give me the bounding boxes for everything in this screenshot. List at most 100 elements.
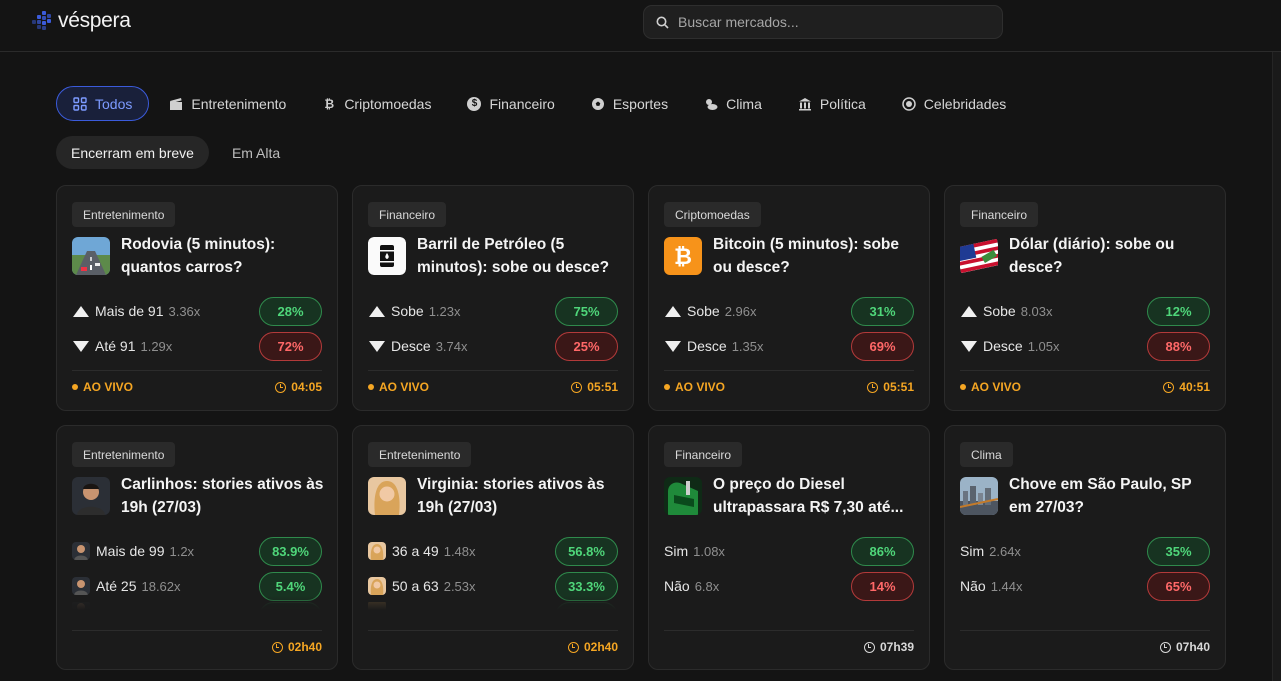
market-card[interactable]: Financeiro O preço do Diesel ultrapassar… (648, 425, 930, 670)
bitcoin-icon: ₿ (324, 96, 335, 111)
option-row[interactable]: Não 6.8x 14% (664, 571, 914, 601)
tab-clima[interactable]: Clima (688, 86, 778, 121)
clock-icon (571, 381, 583, 393)
countdown-timer: 07h39 (863, 640, 914, 654)
tab-politica[interactable]: Política (782, 86, 882, 121)
live-dot-icon (960, 384, 966, 390)
option-label: 50 a 63 (392, 578, 439, 594)
option-multiplier: 1.44x (990, 578, 1023, 594)
person-avatar (368, 542, 386, 560)
tab-label: Entretenimento (191, 95, 287, 112)
divider (72, 370, 322, 371)
option-row[interactable]: 36 a 49 1.48x 56.8% (368, 536, 618, 566)
tab-celebridades[interactable]: Celebridades (886, 86, 1023, 121)
option-row[interactable]: Desce 3.74x 25% (368, 331, 618, 361)
option-row[interactable]: Sim 1.08x 86% (664, 536, 914, 566)
probability-button[interactable]: 69% (851, 331, 914, 361)
scrollbar[interactable] (1272, 52, 1281, 681)
probability-button[interactable]: 75% (555, 296, 618, 326)
market-card[interactable]: Entretenimento Rodovia (5 minutos): quan… (56, 185, 338, 411)
timer-value: 05:51 (587, 380, 618, 394)
option-row[interactable]: Desce 1.05x 88% (960, 331, 1210, 361)
countdown-timer: 05:51 (571, 380, 618, 394)
live-label: AO VIVO (971, 380, 1022, 394)
market-card[interactable]: Financeiro Dólar (diário): sobe ou desce… (944, 185, 1226, 411)
grid-icon (73, 96, 87, 111)
tab-todos[interactable]: Todos (56, 86, 150, 121)
clapperboard-icon (170, 97, 183, 110)
market-title: Rodovia (5 minutos): quantos carros? (121, 236, 276, 276)
countdown-timer: 40:51 (1163, 380, 1210, 394)
probability-button[interactable]: 72% (259, 331, 322, 361)
option-row[interactable]: Desce 1.35x 69% (664, 331, 914, 361)
option-label: Sobe (687, 303, 720, 319)
market-title: Bitcoin (5 minutos): sobe ou desce? (713, 236, 899, 276)
probability-button[interactable]: 83.9% (259, 536, 322, 566)
option-multiplier: 1.05x (1027, 338, 1060, 354)
clock-icon (567, 641, 579, 653)
tab-label: Política (819, 95, 866, 112)
tab-encerram-em-breve[interactable]: Encerram em breve (56, 136, 209, 169)
arrow-up-icon (369, 305, 385, 317)
probability-button[interactable]: 25% (555, 331, 618, 361)
option-label: Não (664, 578, 690, 594)
option-row[interactable]: Sobe 8.03x 12% (960, 296, 1210, 326)
arrow-up-icon (961, 305, 977, 317)
option-label: Mais de 91 (95, 303, 164, 319)
probability-button[interactable]: 56.8% (555, 536, 618, 566)
logo-mark-icon (30, 10, 52, 32)
probability-button[interactable]: 65% (1147, 571, 1210, 601)
category-tabs: Todos Entretenimento ₿ Criptomoedas $ Fi… (56, 86, 1026, 121)
tab-entretenimento[interactable]: Entretenimento (153, 86, 302, 121)
probability-button[interactable]: 88% (1147, 331, 1210, 361)
market-card[interactable]: Entretenimento Virginia: stories ativos … (352, 425, 634, 670)
probability-button[interactable]: 86% (851, 536, 914, 566)
option-label: Sobe (391, 303, 424, 319)
city-photo (960, 477, 998, 515)
tab-em-alta[interactable]: Em Alta (217, 136, 295, 169)
live-label: AO VIVO (83, 380, 134, 394)
divider (664, 370, 914, 371)
option-row[interactable]: Não 1.44x 65% (960, 571, 1210, 601)
option-label: Desce (391, 338, 431, 354)
clock-icon (271, 641, 283, 653)
search-input[interactable] (678, 14, 978, 30)
divider (72, 630, 322, 631)
market-card[interactable]: Clima Chove em São Paulo, SP em 27/03? S… (944, 425, 1226, 670)
dollar-coin-icon: $ (467, 96, 482, 111)
market-card[interactable]: Entretenimento Carlinhos: stories ativos… (56, 425, 338, 670)
star-icon (902, 96, 916, 111)
probability-button[interactable]: 12% (1147, 296, 1210, 326)
option-row[interactable]: Mais de 99 1.2x 83.9% (72, 536, 322, 566)
option-multiplier: 1.29x (140, 338, 173, 354)
option-row[interactable]: Até 91 1.29x 72% (72, 331, 322, 361)
clock-icon (275, 381, 287, 393)
arrow-up-icon (665, 305, 681, 317)
tab-label: Celebridades (923, 95, 1007, 112)
tab-esportes[interactable]: Esportes (575, 86, 684, 121)
clock-icon (867, 381, 879, 393)
probability-button[interactable]: 28% (259, 296, 322, 326)
logo[interactable]: véspera (30, 9, 131, 33)
market-card[interactable]: Criptomoedas ₿ Bitcoin (5 minutos): sobe… (648, 185, 930, 411)
category-badge: Entretenimento (72, 442, 176, 467)
oil-barrel-icon (368, 237, 406, 275)
probability-button[interactable]: 31% (851, 296, 914, 326)
top-bar: véspera (0, 0, 1281, 52)
timer-value: 02h40 (287, 640, 322, 654)
option-row[interactable]: Sobe 2.96x 31% (664, 296, 914, 326)
option-row[interactable]: Sim 2.64x 35% (960, 536, 1210, 566)
tab-criptomoedas[interactable]: ₿ Criptomoedas (306, 86, 447, 121)
option-row[interactable]: Sobe 1.23x 75% (368, 296, 618, 326)
option-multiplier: 6.8x (694, 578, 720, 594)
tab-financeiro[interactable]: $ Financeiro (451, 86, 570, 121)
search-box[interactable] (643, 5, 1003, 39)
option-multiplier: 2.96x (724, 303, 757, 319)
market-card[interactable]: Financeiro Barril de Petróleo (5 minutos… (352, 185, 634, 411)
probability-button[interactable]: 14% (851, 571, 914, 601)
search-icon (656, 16, 669, 29)
option-multiplier: 1.23x (428, 303, 461, 319)
divider (960, 370, 1210, 371)
probability-button[interactable]: 35% (1147, 536, 1210, 566)
option-row[interactable]: Mais de 91 3.36x 28% (72, 296, 322, 326)
